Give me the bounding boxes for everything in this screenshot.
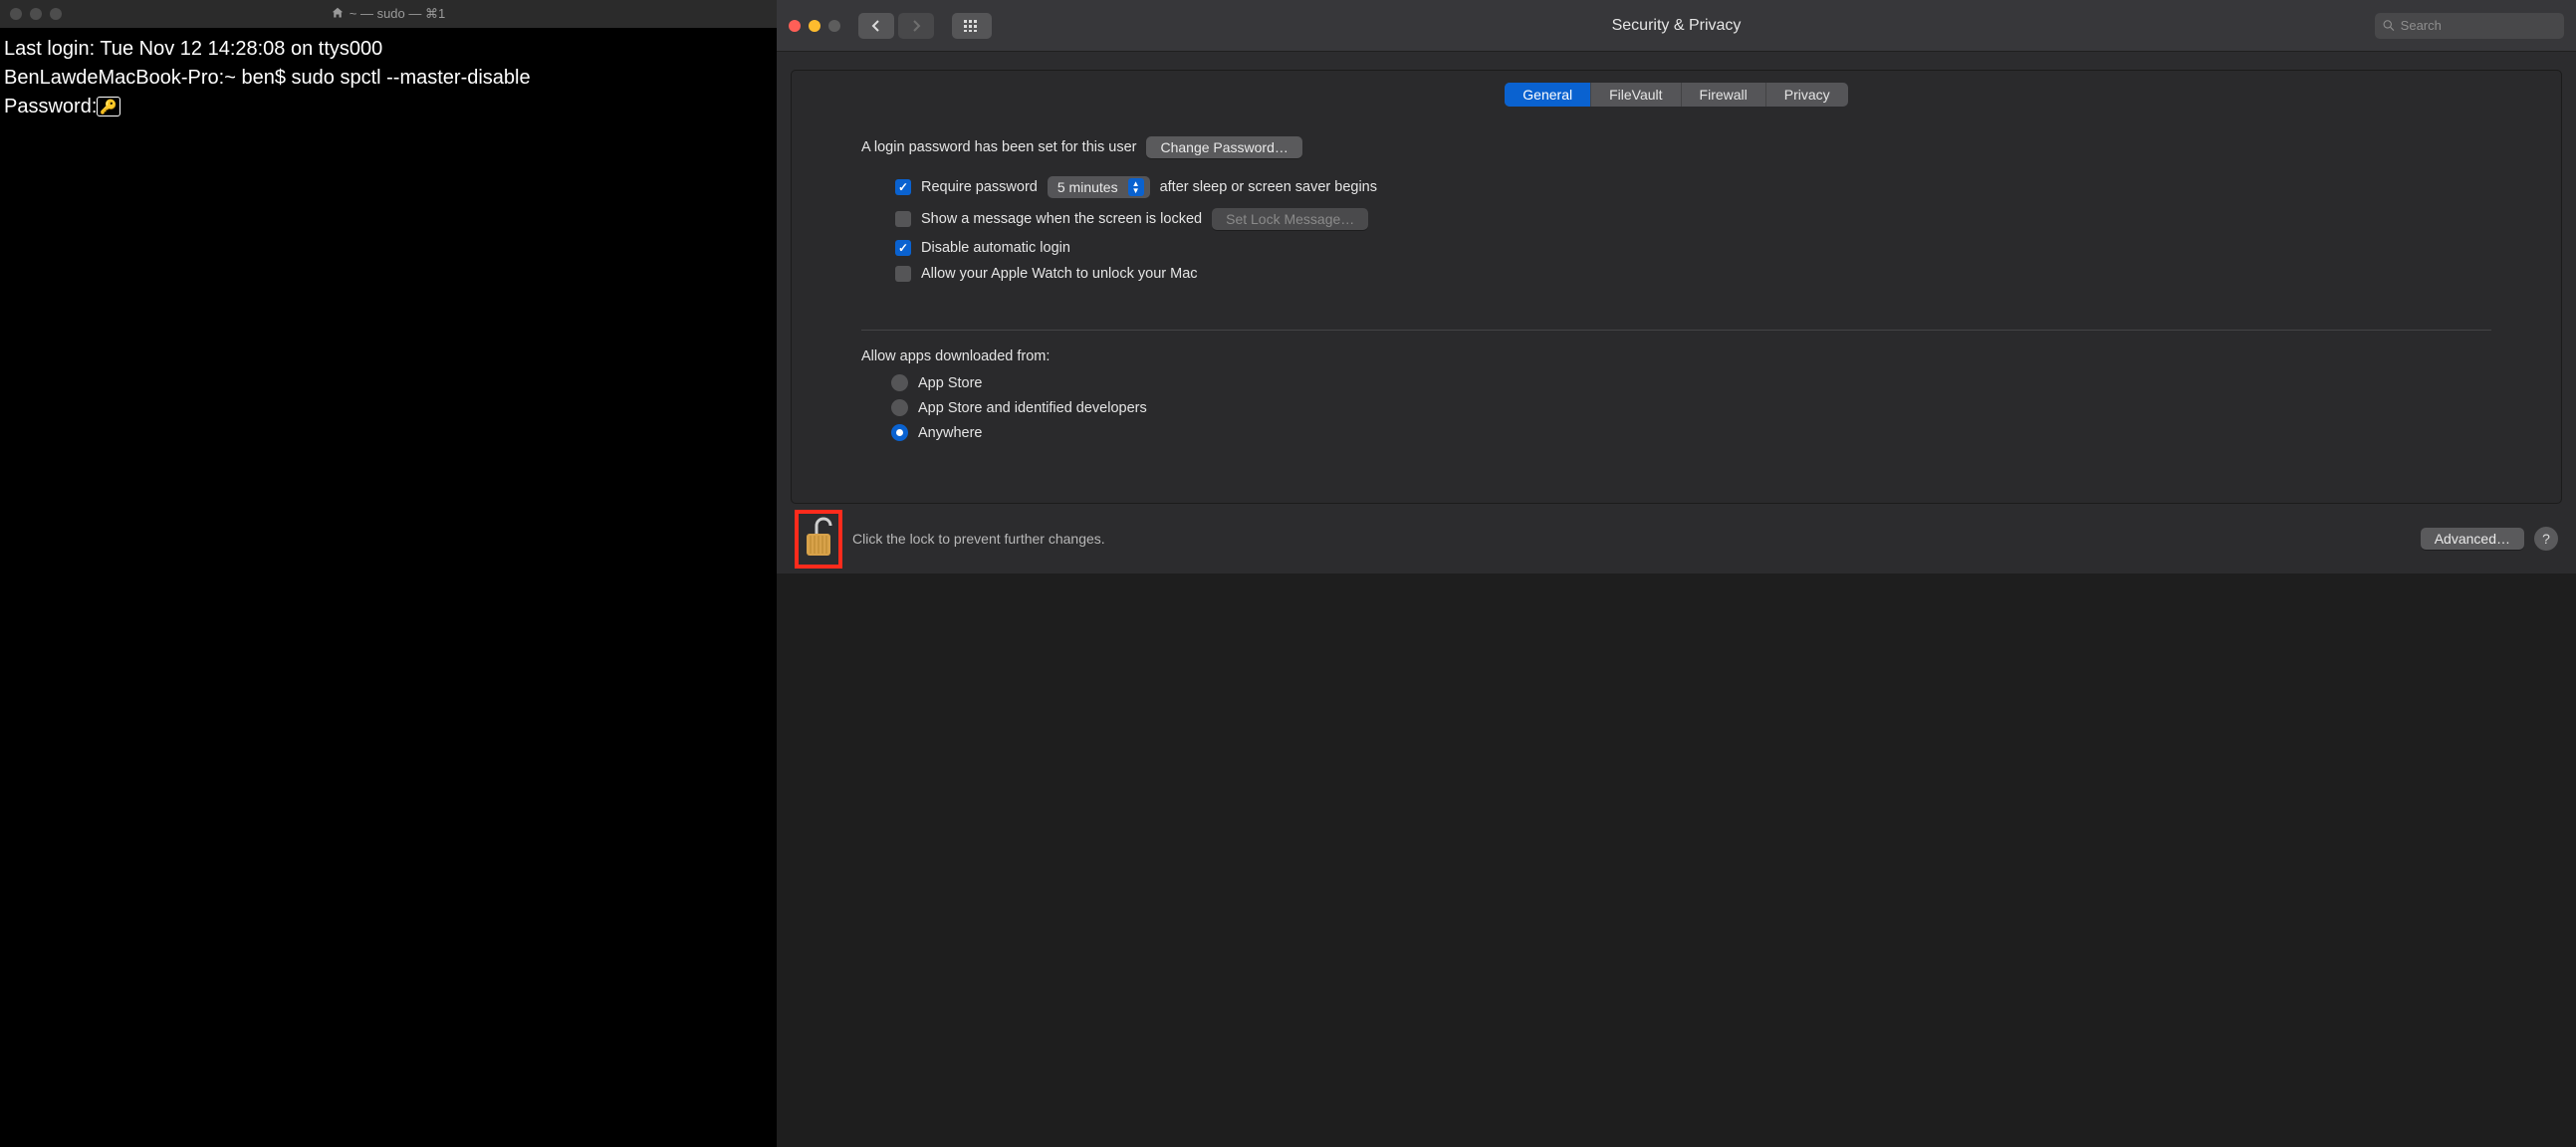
prefs-traffic-lights	[789, 20, 840, 32]
forward-button	[898, 13, 934, 39]
divider	[861, 330, 2491, 331]
tab-privacy[interactable]: Privacy	[1766, 83, 1848, 107]
nav-buttons	[858, 13, 934, 39]
search-icon	[2383, 19, 2395, 32]
tab-bar: General FileVault Firewall Privacy	[792, 83, 2561, 107]
updown-arrows-icon: ▲▼	[1128, 178, 1144, 196]
radio-app-store[interactable]	[891, 374, 908, 391]
radio-app-store-label: App Store	[918, 375, 983, 391]
zoom-icon[interactable]	[828, 20, 840, 32]
chevron-left-icon	[871, 20, 881, 32]
change-password-button[interactable]: Change Password…	[1146, 136, 1301, 158]
set-lock-message-button: Set Lock Message…	[1212, 208, 1368, 230]
tab-filevault[interactable]: FileVault	[1591, 83, 1681, 107]
terminal-line: Last login: Tue Nov 12 14:28:08 on ttys0…	[4, 38, 382, 60]
chevron-right-icon	[911, 20, 921, 32]
after-sleep-text: after sleep or screen saver begins	[1160, 179, 1377, 195]
segmented-control: General FileVault Firewall Privacy	[1505, 83, 1847, 107]
radio-anywhere-label: Anywhere	[918, 425, 982, 441]
show-message-checkbox[interactable]	[895, 211, 911, 227]
search-field[interactable]	[2375, 13, 2564, 39]
prefs-toolbar: Security & Privacy	[777, 0, 2576, 52]
zoom-icon[interactable]	[50, 8, 62, 20]
close-icon[interactable]	[789, 20, 801, 32]
advanced-button[interactable]: Advanced…	[2421, 528, 2524, 550]
terminal-line: BenLawdeMacBook-Pro:~ ben$ sudo spctl --…	[4, 67, 531, 89]
terminal-window: ~ — sudo — ⌘1 Last login: Tue Nov 12 14:…	[0, 0, 777, 1147]
terminal-traffic-lights	[10, 8, 62, 20]
grid-icon	[964, 20, 980, 32]
search-input[interactable]	[2401, 18, 2556, 33]
show-all-button[interactable]	[952, 13, 992, 39]
popup-value: 5 minutes	[1057, 179, 1118, 195]
home-icon	[332, 7, 344, 22]
minimize-icon[interactable]	[30, 8, 42, 20]
minimize-icon[interactable]	[809, 20, 820, 32]
prefs-content: General FileVault Firewall Privacy A log…	[777, 52, 2576, 504]
radio-anywhere[interactable]	[891, 424, 908, 441]
system-preferences-window: Security & Privacy General FileVault Fir…	[777, 0, 2576, 574]
empty-area	[777, 574, 2576, 1147]
unlocked-padlock-icon[interactable]	[801, 516, 836, 563]
disable-auto-login-checkbox[interactable]	[895, 240, 911, 256]
login-section: A login password has been set for this u…	[792, 107, 2561, 316]
terminal-titlebar[interactable]: ~ — sudo — ⌘1	[0, 0, 777, 28]
lock-text: Click the lock to prevent further change…	[852, 531, 1105, 547]
allow-watch-label: Allow your Apple Watch to unlock your Ma…	[921, 266, 1198, 282]
allow-apps-heading: Allow apps downloaded from:	[861, 348, 2491, 364]
lock-highlight	[795, 510, 842, 569]
tab-firewall[interactable]: Firewall	[1682, 83, 1766, 107]
window-title: Security & Privacy	[777, 17, 2576, 35]
terminal-body[interactable]: Last login: Tue Nov 12 14:28:08 on ttys0…	[0, 28, 777, 1147]
back-button[interactable]	[858, 13, 894, 39]
login-password-text: A login password has been set for this u…	[861, 139, 1136, 155]
require-password-checkbox[interactable]	[895, 179, 911, 195]
disable-auto-login-label: Disable automatic login	[921, 240, 1070, 256]
radio-identified-label: App Store and identified developers	[918, 400, 1147, 416]
gatekeeper-section: Allow apps downloaded from: App Store Ap…	[792, 344, 2561, 449]
require-password-label: Require password	[921, 179, 1038, 195]
radio-identified-developers[interactable]	[891, 399, 908, 416]
content-panel: General FileVault Firewall Privacy A log…	[791, 70, 2562, 504]
help-button[interactable]: ?	[2534, 527, 2558, 551]
allow-watch-checkbox[interactable]	[895, 266, 911, 282]
tab-general[interactable]: General	[1505, 83, 1591, 107]
terminal-title: ~ — sudo — ⌘1	[350, 6, 445, 22]
close-icon[interactable]	[10, 8, 22, 20]
require-password-delay-popup[interactable]: 5 minutes ▲▼	[1048, 176, 1150, 198]
prefs-footer: Click the lock to prevent further change…	[777, 504, 2576, 574]
password-prompt: Password:	[4, 96, 97, 117]
key-icon: 🔑	[97, 97, 119, 116]
show-message-label: Show a message when the screen is locked	[921, 211, 1202, 227]
